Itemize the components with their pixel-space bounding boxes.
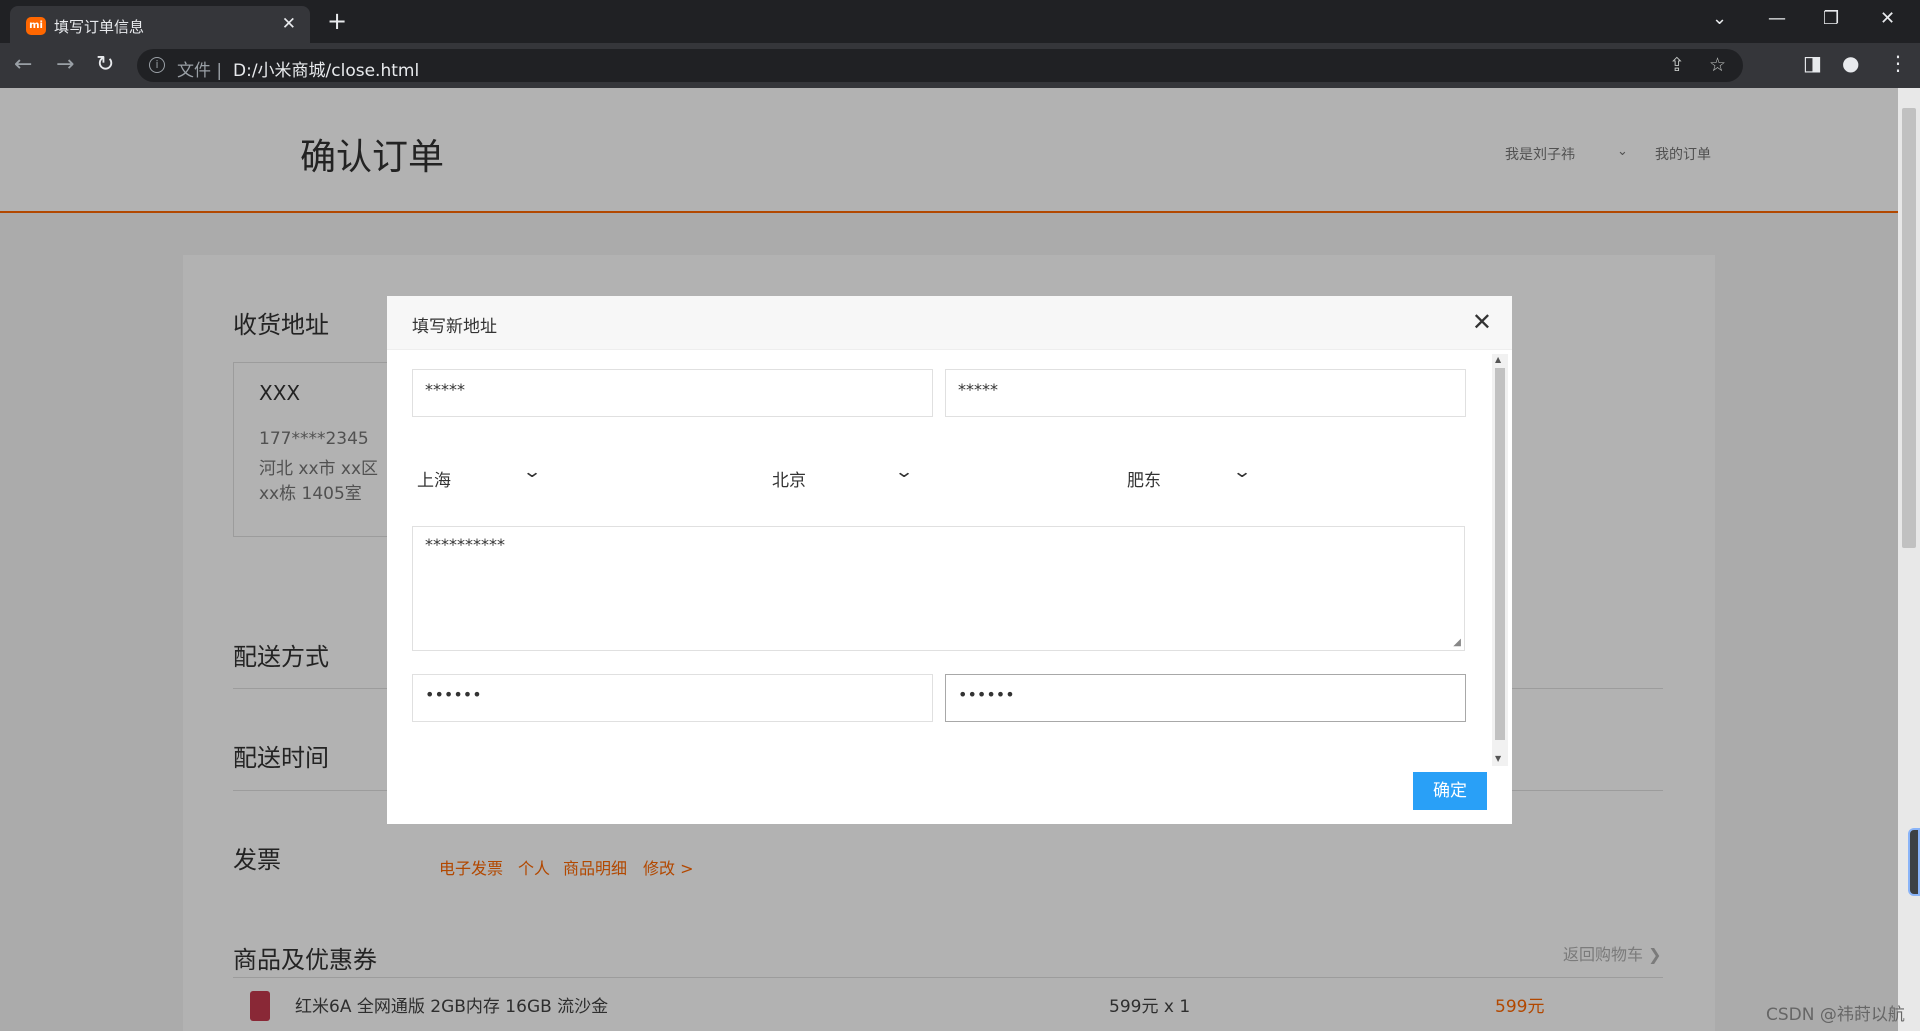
forward-icon[interactable]: → xyxy=(56,52,74,77)
star-icon[interactable]: ☆ xyxy=(1709,54,1726,76)
minimize-button[interactable]: — xyxy=(1768,8,1786,29)
confirm-button[interactable]: 确定 xyxy=(1413,772,1487,810)
phone-input[interactable]: ***** xyxy=(945,369,1466,417)
close-icon[interactable]: ✕ xyxy=(1472,308,1492,336)
page-scroll-thumb[interactable] xyxy=(1902,108,1916,548)
name-input[interactable]: ***** xyxy=(412,369,933,417)
chevron-down-icon[interactable]: ⌄ xyxy=(522,462,542,482)
side-panel-tab[interactable] xyxy=(1908,828,1920,896)
reload-icon[interactable]: ↻ xyxy=(96,52,114,77)
new-tab-button[interactable]: + xyxy=(327,6,347,36)
watermark: CSDN @祎莳以航 xyxy=(1766,1005,1905,1025)
url-scheme: 文件 | xyxy=(177,61,223,81)
share-icon[interactable]: ⇪ xyxy=(1669,54,1685,76)
chevron-down-icon[interactable]: ⌄ xyxy=(894,462,914,482)
info-icon[interactable]: i xyxy=(149,57,165,73)
browser-tab[interactable]: mi 填写订单信息 ✕ xyxy=(10,6,310,43)
tab-close-icon[interactable]: ✕ xyxy=(282,14,296,34)
dialog-scrollbar[interactable]: ▲ ▼ xyxy=(1492,354,1508,766)
city-select[interactable]: 北京 xyxy=(772,466,806,491)
back-icon[interactable]: ← xyxy=(14,52,32,77)
favicon-icon: mi xyxy=(26,17,46,35)
district-select[interactable]: 肥东 xyxy=(1127,466,1161,491)
tab-search-icon[interactable]: ⌄ xyxy=(1712,8,1727,29)
password-input[interactable]: •••••• xyxy=(412,674,933,722)
window-close-button[interactable]: ✕ xyxy=(1880,8,1895,29)
tab-title: 填写订单信息 xyxy=(54,18,145,36)
address-textarea[interactable]: ********** ◢ xyxy=(412,526,1465,651)
browser-tab-bar: mi 填写订单信息 ✕ + ⌄ — ❐ ✕ xyxy=(0,0,1920,43)
scroll-up-icon[interactable]: ▲ xyxy=(1495,355,1501,364)
confirm-password-input[interactable]: •••••• xyxy=(945,674,1466,722)
address-bar[interactable]: i 文件 | D:/小米商城/close.html ☆ ⇪ xyxy=(137,49,1743,82)
restore-button[interactable]: ❐ xyxy=(1823,8,1839,29)
side-panel-icon[interactable]: ◨ xyxy=(1803,51,1822,75)
dialog-scroll-thumb[interactable] xyxy=(1495,368,1505,740)
scroll-down-icon[interactable]: ▼ xyxy=(1495,754,1501,763)
page-viewport: 确认订单 我是刘子祎 ⌄ 我的订单 收货地址 XXX 177****2345 河… xyxy=(0,88,1898,1031)
menu-icon[interactable]: ⋮ xyxy=(1888,51,1908,75)
new-address-dialog: 填写新地址 ✕ ***** ***** 上海 ⌄ 北京 ⌄ 肥东 ⌄ *****… xyxy=(387,296,1512,824)
profile-icon[interactable]: ● xyxy=(1842,51,1859,75)
chevron-down-icon[interactable]: ⌄ xyxy=(1232,462,1252,482)
browser-toolbar: ← → ↻ i 文件 | D:/小米商城/close.html ☆ ⇪ ◨ ● … xyxy=(0,43,1920,88)
province-select[interactable]: 上海 xyxy=(417,466,451,491)
dialog-title: 填写新地址 xyxy=(412,317,497,337)
url-text[interactable]: D:/小米商城/close.html xyxy=(233,56,419,81)
address-textarea-value: ********** xyxy=(425,535,505,554)
page-scrollbar[interactable] xyxy=(1898,88,1920,1031)
resize-grip-icon[interactable]: ◢ xyxy=(1453,637,1461,648)
dialog-header: 填写新地址 ✕ xyxy=(387,296,1512,350)
